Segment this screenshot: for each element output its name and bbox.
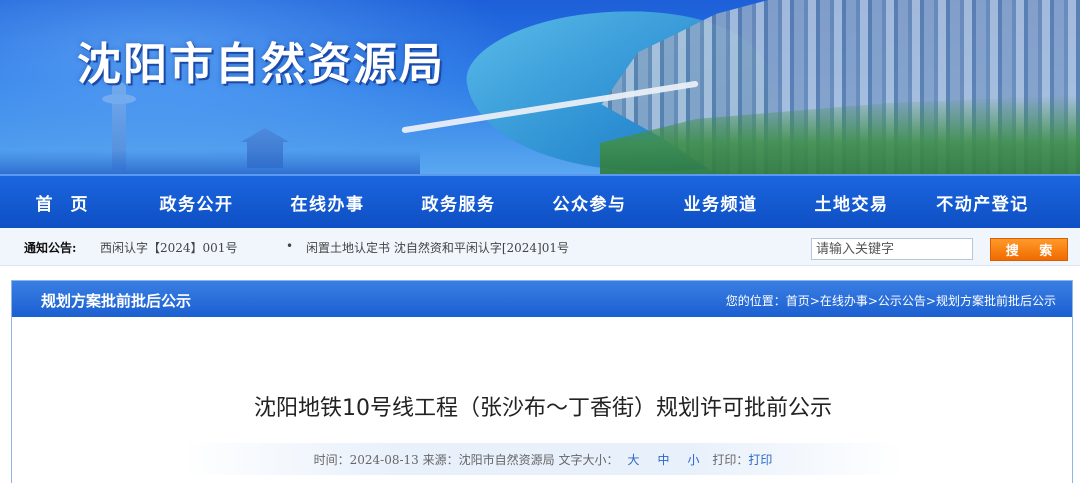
search-input[interactable] xyxy=(811,238,973,260)
nav-item-online-services[interactable]: 在线办事 xyxy=(262,190,393,215)
article-meta: 时间：2024-08-13 来源：沈阳市自然资源局 文字大小： 大 中 小 打印：打印 xyxy=(12,451,1074,468)
font-size-small-button[interactable]: 小 xyxy=(688,453,700,467)
notice-bullet: • xyxy=(286,239,294,253)
site-title[interactable]: 沈阳市自然资源局 xyxy=(77,28,445,92)
breadcrumb-item-announcements[interactable]: 公示公告 xyxy=(878,294,926,308)
main-nav: 首页 政务公开 在线办事 政务服务 公众参与 业务频道 土地交易 不动产登记 xyxy=(0,174,1080,228)
breadcrumb-separator: > xyxy=(809,294,820,308)
breadcrumb-separator: > xyxy=(867,294,878,308)
nav-item-land-trading[interactable]: 土地交易 xyxy=(786,190,917,215)
meta-print-label: 打印： xyxy=(712,453,749,467)
font-size-large-button[interactable]: 大 xyxy=(628,453,640,467)
font-size-medium-button[interactable]: 中 xyxy=(658,453,670,467)
breadcrumb: 您的位置：首页>在线办事>公示公告>规划方案批前批后公示 xyxy=(726,292,1056,309)
print-link[interactable]: 打印 xyxy=(748,453,772,467)
nav-item-government-affairs[interactable]: 政务公开 xyxy=(131,190,262,215)
header-banner: 沈阳市自然资源局 xyxy=(0,0,1080,174)
breadcrumb-item-online-services[interactable]: 在线办事 xyxy=(820,294,868,308)
breadcrumb-item-home[interactable]: 首页 xyxy=(786,294,810,308)
meta-source-label: 来源： xyxy=(422,453,459,467)
notice-label: 通知公告: xyxy=(24,241,77,255)
nav-item-real-estate-registration[interactable]: 不动产登记 xyxy=(917,190,1048,215)
panel-header: 规划方案批前批后公示 您的位置：首页>在线办事>公示公告>规划方案批前批后公示 xyxy=(12,281,1072,317)
article-title: 沈阳地铁10号线工程（张沙布～丁香街）规划许可批前公示 xyxy=(254,396,832,421)
breadcrumb-item-current[interactable]: 规划方案批前批后公示 xyxy=(936,294,1056,308)
breadcrumb-prefix: 您的位置： xyxy=(725,294,786,308)
meta-font-size-label: 文字大小： xyxy=(558,453,619,467)
nav-item-home[interactable]: 首页 xyxy=(0,190,131,215)
nav-item-government-services[interactable]: 政务服务 xyxy=(393,190,524,215)
nav-item-business-channels[interactable]: 业务频道 xyxy=(655,190,786,215)
content-panel: 规划方案批前批后公示 您的位置：首页>在线办事>公示公告>规划方案批前批后公示 … xyxy=(11,280,1073,483)
nav-item-public-participation[interactable]: 公众参与 xyxy=(524,190,655,215)
meta-time: 2024-08-13 xyxy=(349,453,419,467)
notice-link[interactable]: 闲置土地认定书 沈自然资和平闲认字[2024]01号 xyxy=(306,239,569,256)
breadcrumb-separator: > xyxy=(925,294,936,308)
banner-ground-fade xyxy=(0,150,420,174)
notice-link[interactable]: 西闲认字【2024】001号 xyxy=(100,239,237,256)
search-button[interactable]: 搜 索 xyxy=(990,238,1068,261)
meta-time-label: 时间： xyxy=(313,453,350,467)
meta-source: 沈阳市自然资源局 xyxy=(458,453,555,467)
panel-title: 规划方案批前批后公示 xyxy=(41,292,192,310)
